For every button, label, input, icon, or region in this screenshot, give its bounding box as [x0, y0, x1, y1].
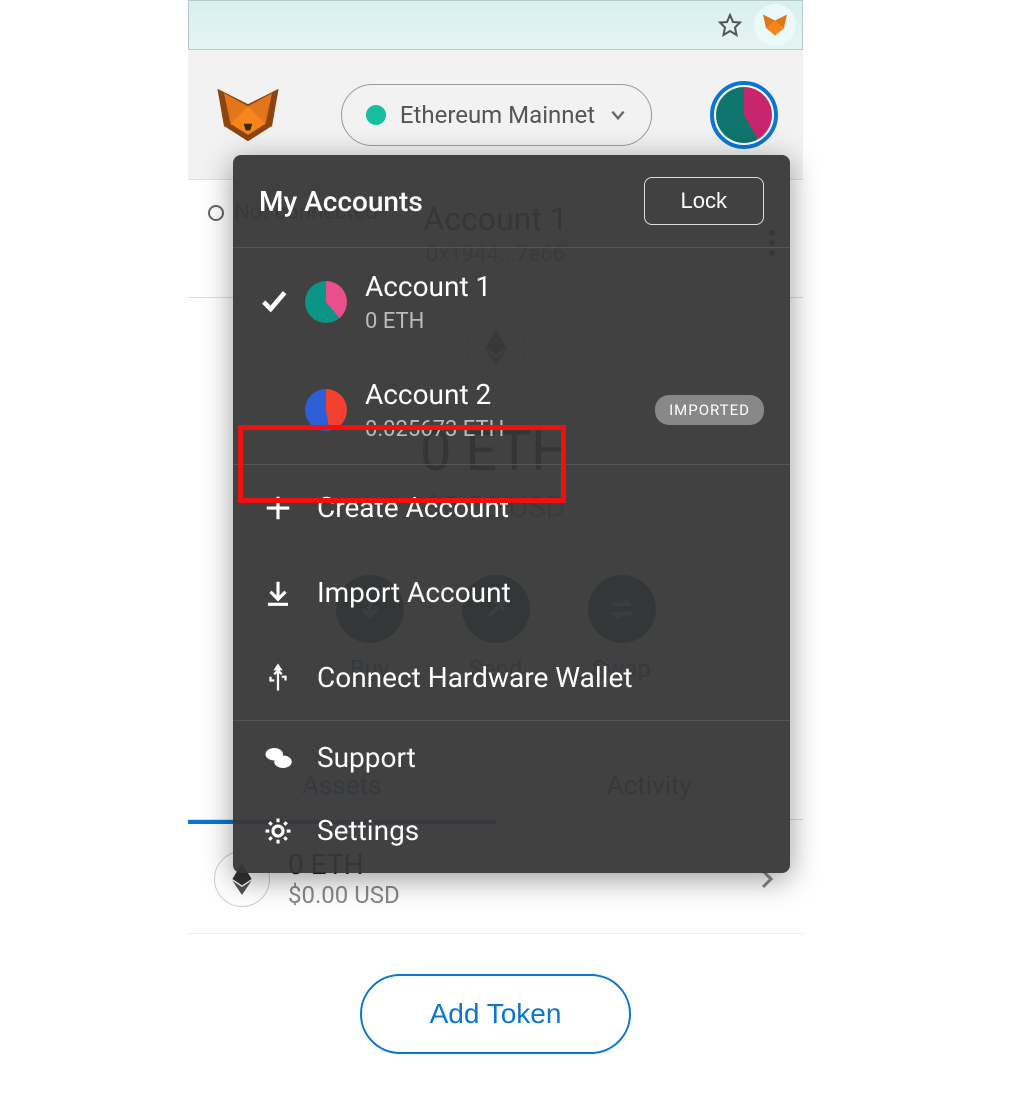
- dropdown-title: My Accounts: [259, 185, 423, 218]
- add-token-button[interactable]: Add Token: [360, 974, 632, 1054]
- import-account-menu-item[interactable]: Import Account: [233, 550, 790, 635]
- account-avatar-icon: [305, 281, 347, 323]
- connection-status-icon: [208, 205, 224, 221]
- checkmark-icon: [259, 287, 287, 317]
- support-menu-item[interactable]: Support: [233, 721, 790, 794]
- account-avatar-button[interactable]: [710, 81, 778, 149]
- imported-badge: IMPORTED: [655, 395, 764, 425]
- account-item-balance: 0 ETH: [365, 309, 491, 334]
- bookmark-star-icon[interactable]: [716, 11, 744, 39]
- account-item-balance: 0.025673 ETH: [365, 417, 504, 442]
- import-icon: [263, 578, 293, 608]
- settings-menu-item[interactable]: Settings: [233, 794, 790, 873]
- gear-icon: [263, 816, 293, 846]
- accounts-dropdown: My Accounts Lock Account 1 0 ETH Account…: [233, 155, 790, 873]
- account-avatar-icon: [716, 87, 772, 143]
- network-status-dot-icon: [366, 105, 386, 125]
- lock-button[interactable]: Lock: [644, 177, 764, 225]
- chat-icon: [263, 743, 293, 773]
- network-name: Ethereum Mainnet: [400, 101, 595, 129]
- account-avatar-icon: [305, 389, 347, 431]
- account-item-2[interactable]: Account 2 0.025673 ETH IMPORTED: [233, 356, 790, 464]
- network-selector[interactable]: Ethereum Mainnet: [341, 84, 652, 146]
- metamask-logo-icon: [213, 80, 283, 150]
- connect-hardware-menu-item[interactable]: Connect Hardware Wallet: [233, 635, 790, 720]
- create-account-menu-item[interactable]: Create Account: [233, 465, 790, 550]
- usb-icon: [263, 663, 293, 693]
- metamask-extension-icon[interactable]: [754, 4, 796, 46]
- chevron-down-icon: [609, 106, 627, 124]
- token-fiat: $0.00 USD: [288, 881, 400, 909]
- account-item-1[interactable]: Account 1 0 ETH: [233, 248, 790, 356]
- browser-omnibox: [188, 0, 803, 50]
- account-item-name: Account 2: [365, 378, 504, 411]
- account-item-name: Account 1: [365, 270, 491, 303]
- plus-icon: [263, 493, 293, 523]
